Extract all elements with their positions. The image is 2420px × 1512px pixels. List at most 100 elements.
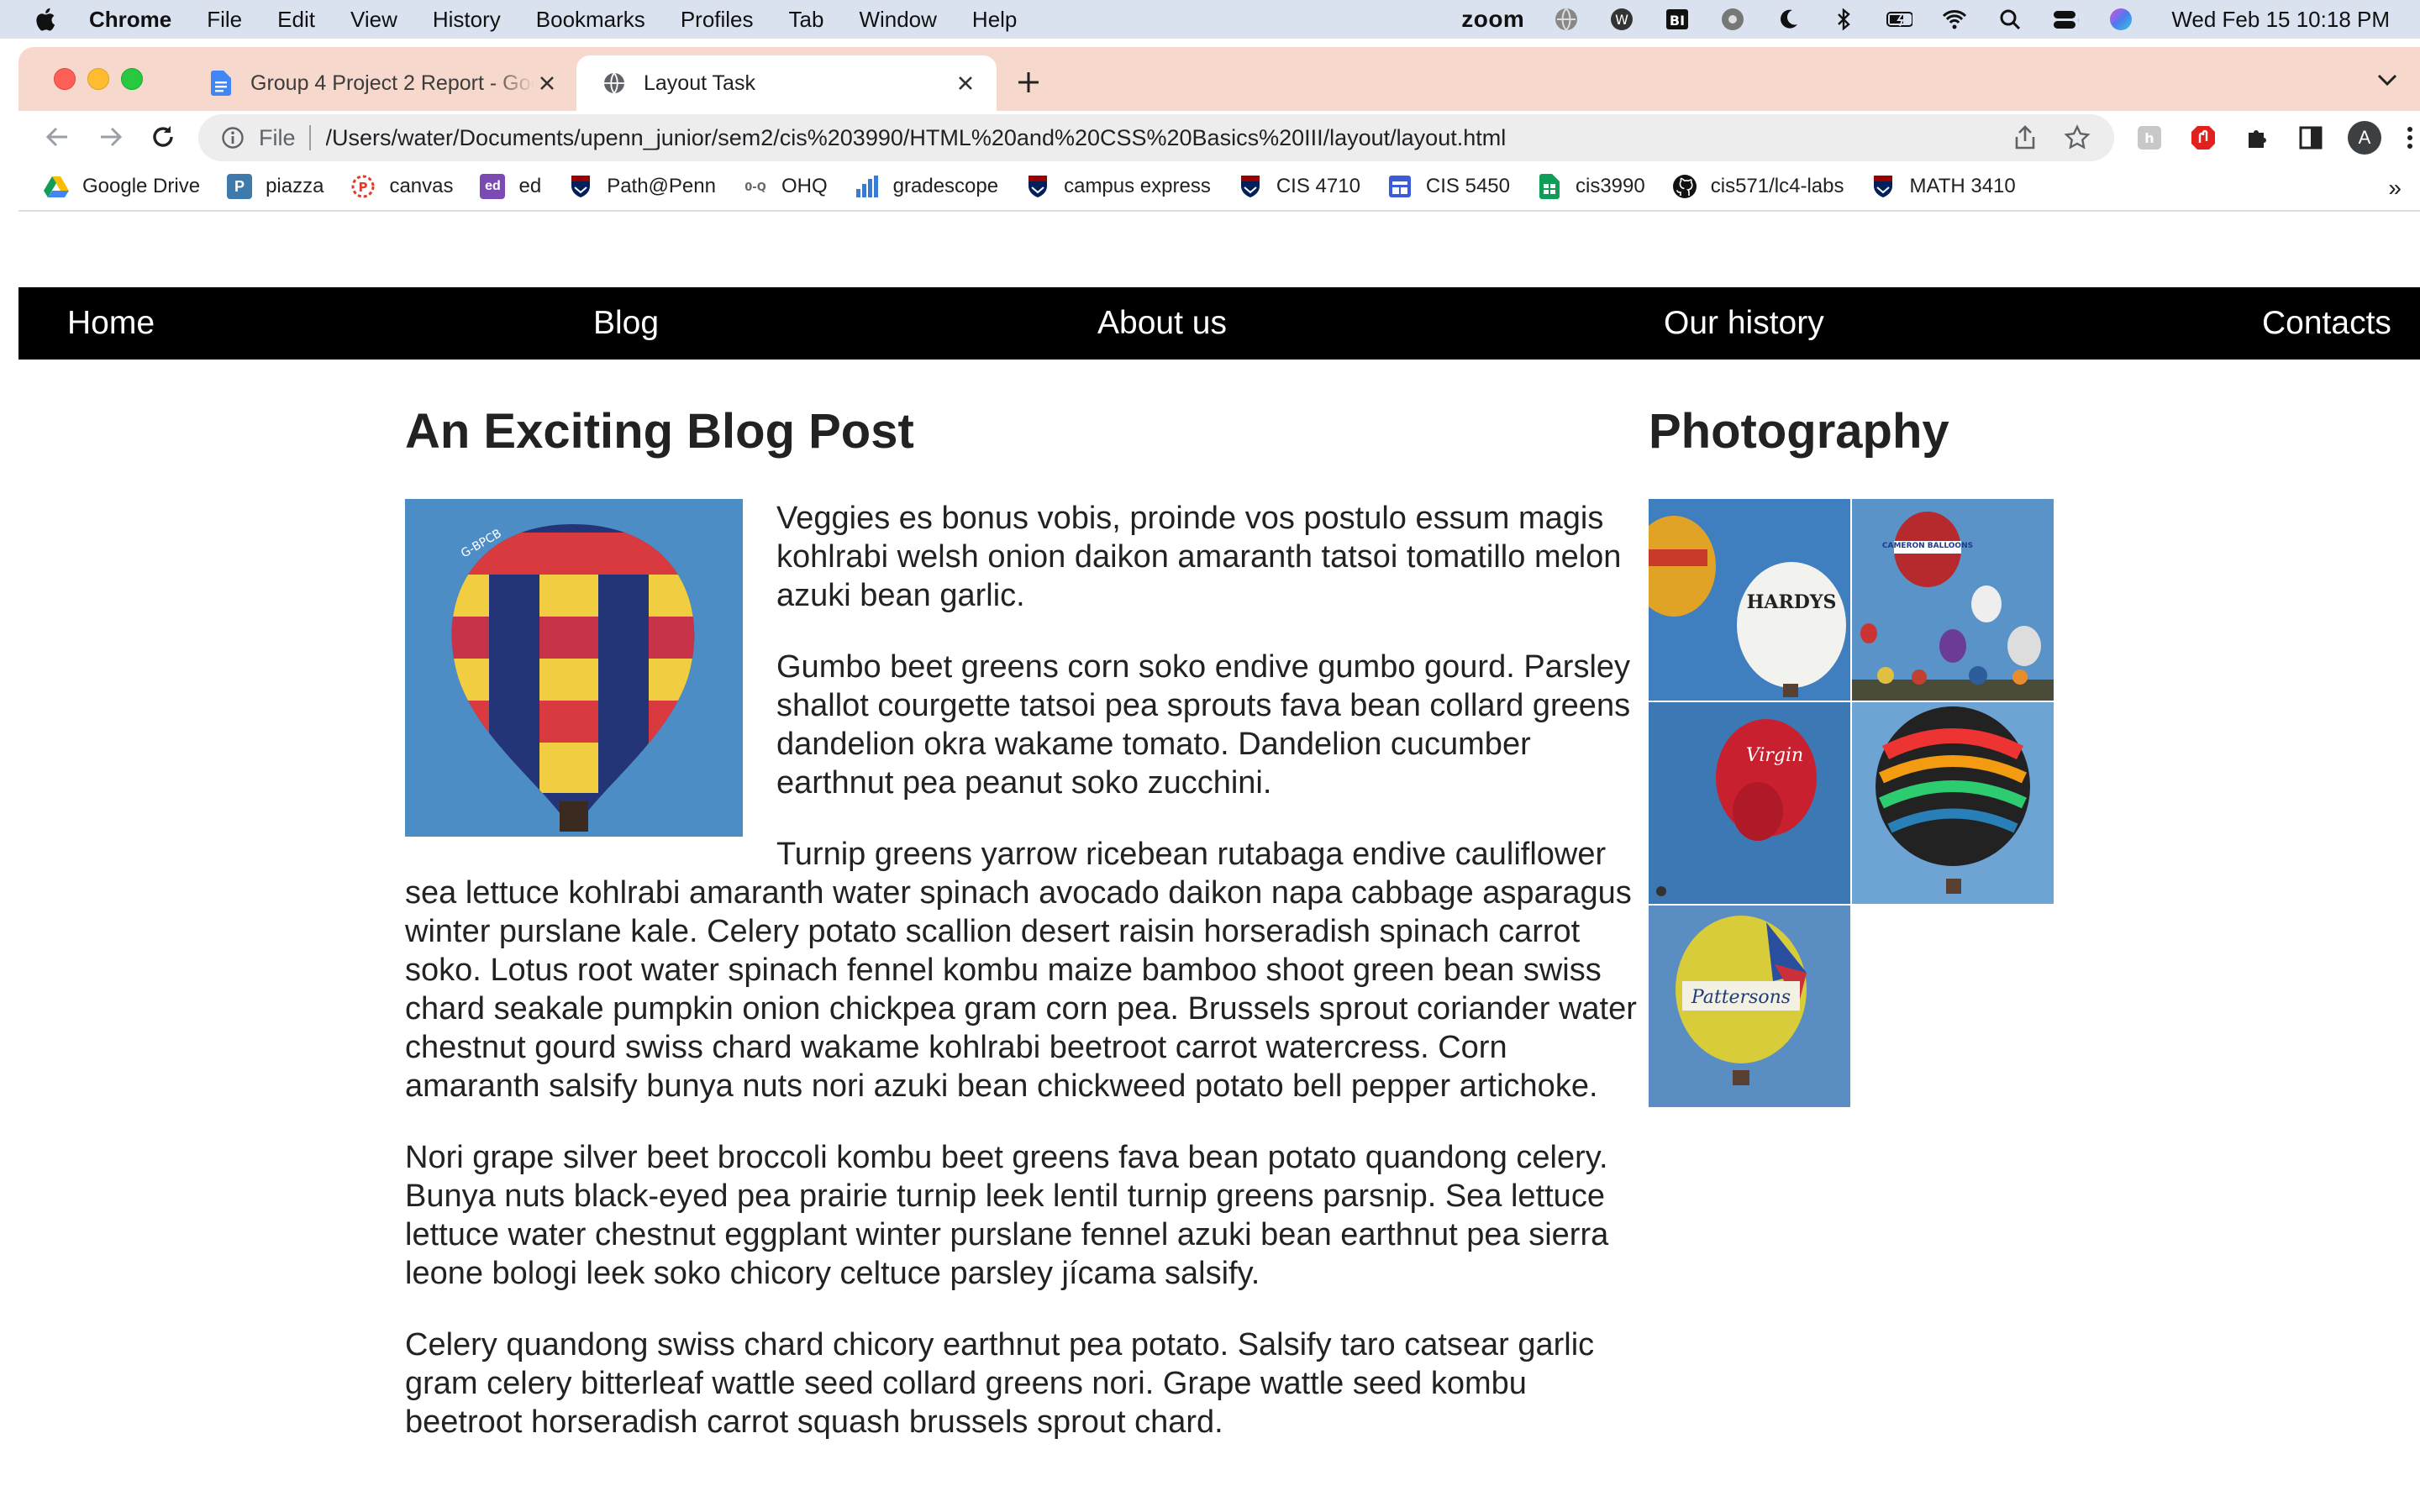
github-icon	[1672, 174, 1697, 199]
close-window-button[interactable]	[54, 68, 76, 90]
photo-cameron-balloons-festival[interactable]: CAMERON BALLOONS	[1852, 499, 2054, 701]
browser-toolbar: File /Users/water/Documents/upenn_junior…	[18, 111, 2420, 163]
bookmark-label: OHQ	[781, 175, 828, 197]
bookmark-canvas[interactable]: P canvas	[350, 174, 453, 199]
nav-link-our-history[interactable]: Our history	[1664, 287, 1824, 360]
nav-link-blog[interactable]: Blog	[593, 287, 659, 360]
bookmark-label: MATH 3410	[1909, 175, 2016, 197]
menu-app-name[interactable]: Chrome	[89, 7, 171, 33]
share-icon[interactable]	[2010, 123, 2040, 153]
site-info-icon[interactable]	[220, 125, 245, 150]
bookmarks-bar: Google Drive P piazza P canvas ed ed Pat…	[18, 163, 2420, 212]
address-bar[interactable]: File /Users/water/Documents/upenn_junior…	[198, 114, 2114, 161]
tab-strip: Group 4 Project 2 Report - Google Docs L…	[18, 47, 2420, 111]
side-panel-icon[interactable]	[2296, 123, 2326, 153]
canvas-icon: P	[350, 174, 376, 199]
wunderbucket-tray-icon[interactable]: W	[1608, 6, 1635, 33]
bluetooth-icon[interactable]	[1830, 6, 1857, 33]
forward-arrow-icon[interactable]	[94, 120, 128, 154]
nav-link-contacts[interactable]: Contacts	[2262, 287, 2391, 360]
apple-menu-icon[interactable]	[34, 7, 59, 32]
post-paragraph: Turnip greens yarrow ricebean rutabaga e…	[405, 837, 1637, 1104]
post-paragraph: Celery quandong swiss chard chicory eart…	[405, 1327, 1595, 1440]
photo-pattersons-balloon[interactable]: Pattersons	[1649, 906, 1850, 1107]
menu-bookmarks[interactable]: Bookmarks	[536, 7, 645, 33]
bookmark-gradescope[interactable]: gradescope	[855, 174, 998, 199]
penn-shield-icon	[1870, 174, 1896, 199]
photo-virgin-balloon[interactable]: Virgin	[1649, 702, 1850, 904]
bookmark-label: ed	[518, 175, 542, 197]
google-sheets-icon	[1537, 174, 1562, 199]
url-text[interactable]: /Users/water/Documents/upenn_junior/sem2…	[326, 125, 2010, 151]
back-arrow-icon[interactable]	[40, 120, 74, 154]
tab-google-docs-report[interactable]: Group 4 Project 2 Report - Google Docs	[183, 55, 578, 111]
reload-icon[interactable]	[146, 120, 180, 154]
fullscreen-window-button[interactable]	[121, 68, 143, 90]
menu-profiles[interactable]: Profiles	[681, 7, 754, 33]
browser-window: Group 4 Project 2 Report - Google Docs L…	[18, 47, 2420, 1512]
new-tab-plus-icon[interactable]	[1010, 64, 1047, 101]
featured-balloon-image: G-BPCB	[405, 499, 743, 837]
bookmark-label: CIS 5450	[1425, 175, 1510, 197]
bookmark-cis-4710[interactable]: CIS 4710	[1238, 174, 1360, 199]
bookmark-math-3410[interactable]: MATH 3410	[1870, 174, 2016, 199]
nav-link-about-us[interactable]: About us	[1097, 287, 1227, 360]
penn-shield-icon	[1238, 174, 1263, 199]
spotlight-search-icon[interactable]	[1996, 6, 2023, 33]
bookmark-label: gradescope	[892, 175, 999, 197]
menu-tab[interactable]: Tab	[789, 7, 824, 33]
photo-rainbow-balloon[interactable]	[1852, 702, 2054, 904]
bookmark-ed[interactable]: ed ed	[480, 174, 541, 199]
bookmark-star-icon[interactable]	[2062, 123, 2092, 153]
close-tab-icon[interactable]	[953, 71, 978, 96]
cloud-tray-icon[interactable]	[1719, 6, 1746, 33]
google-docs-icon	[208, 71, 234, 96]
browser-menu-kebab-icon[interactable]	[2402, 123, 2418, 153]
bookmark-label: cis3990	[1576, 175, 1645, 197]
menu-edit[interactable]: Edit	[277, 7, 315, 33]
menu-window[interactable]: Window	[859, 7, 936, 33]
battery-icon[interactable]	[1886, 6, 1913, 33]
bookmark-campus-express[interactable]: campus express	[1025, 174, 1211, 199]
svg-text:BI: BI	[1670, 13, 1685, 29]
tab-search-chevron-icon[interactable]	[2375, 67, 2400, 92]
menu-history[interactable]: History	[433, 7, 501, 33]
bookmark-piazza[interactable]: P piazza	[227, 174, 324, 199]
sidebar-title: Photography	[1649, 404, 1949, 459]
bi-tray-icon[interactable]: BI	[1664, 6, 1691, 33]
minimize-window-button[interactable]	[87, 68, 109, 90]
siri-icon[interactable]	[2107, 6, 2134, 33]
bookmark-cis-5450[interactable]: CIS 5450	[1387, 174, 1510, 199]
svg-text:HARDYS: HARDYS	[1747, 591, 1837, 613]
bookmark-path-at-penn[interactable]: Path@Penn	[568, 174, 716, 199]
post-body: G-BPCB Veggies es bonus vobis, proinde v…	[405, 499, 1640, 1441]
menu-view[interactable]: View	[350, 7, 397, 33]
close-tab-icon[interactable]	[534, 71, 560, 96]
post-paragraph: Nori grape silver beet broccoli kombu be…	[405, 1140, 1609, 1291]
menu-file[interactable]: File	[207, 7, 242, 33]
extensions-puzzle-icon[interactable]	[2242, 123, 2272, 153]
bookmark-google-drive[interactable]: Google Drive	[44, 174, 200, 199]
control-center-icon[interactable]	[2052, 6, 2080, 33]
zoom-status-item[interactable]: zoom	[1461, 6, 1524, 33]
menu-help[interactable]: Help	[972, 7, 1017, 33]
bookmark-ohq[interactable]: 0-Q OHQ	[743, 174, 828, 199]
wifi-icon[interactable]	[1941, 6, 1968, 33]
bookmark-cis571-lc4-labs[interactable]: cis571/lc4-labs	[1672, 174, 1844, 199]
photo-hardys-balloon[interactable]: HARDYS	[1649, 499, 1850, 701]
extension-puzzle-grey-icon[interactable]: h	[2134, 123, 2165, 153]
bookmark-cis3990[interactable]: cis3990	[1537, 174, 1645, 199]
moon-icon[interactable]	[1775, 6, 1802, 33]
globe-icon	[602, 71, 627, 96]
nav-link-home[interactable]: Home	[67, 287, 155, 360]
blog-post-article: An Exciting Blog Post G-BPCB Veggies es …	[405, 402, 1640, 1474]
gradescope-icon	[855, 174, 880, 199]
profile-avatar[interactable]: A	[2348, 121, 2381, 155]
menubar-clock[interactable]: Wed Feb 15 10:18 PM	[2171, 7, 2390, 33]
more-bookmarks-chevron-icon[interactable]: »	[2388, 175, 2402, 202]
adblock-extension-icon[interactable]	[2188, 123, 2218, 153]
piazza-icon: P	[227, 174, 253, 199]
tab-layout-task[interactable]: Layout Task	[576, 55, 997, 111]
penn-shield-icon	[1025, 174, 1050, 199]
globe-tray-icon[interactable]	[1553, 6, 1580, 33]
